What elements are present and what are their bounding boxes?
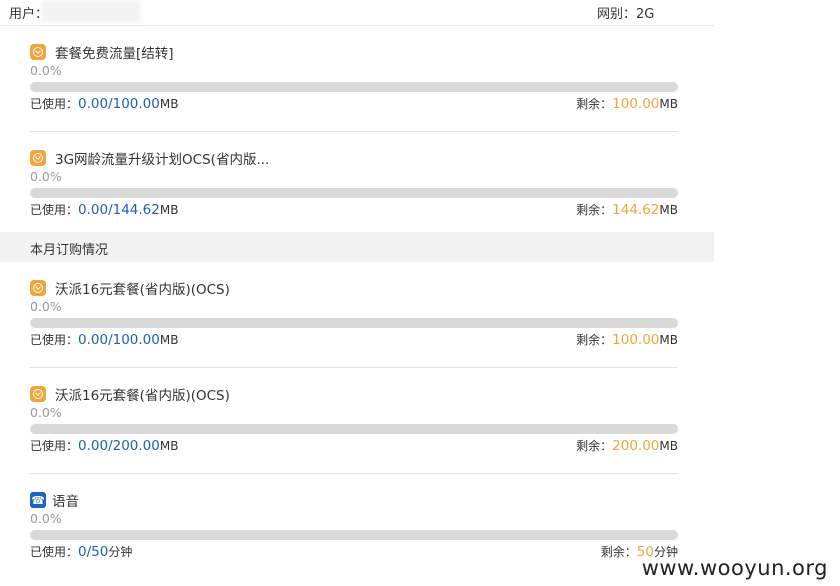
account-header: 用户： 网别：2G xyxy=(0,0,714,26)
redacted-user-number xyxy=(42,0,140,22)
package-title: 沃派16元套餐(省内版)(OCS) xyxy=(55,388,230,404)
divider xyxy=(30,367,678,368)
used-amount: 已使用：0.00/100.00MB xyxy=(30,96,179,112)
divider xyxy=(30,473,678,474)
used-amount: 已使用：0.00/144.62MB xyxy=(30,202,179,218)
phone-icon: ☎ xyxy=(30,492,46,508)
used-amount: 已使用：0.00/100.00MB xyxy=(30,332,179,348)
usage-percent: 0.0% xyxy=(30,405,62,420)
used-amount: 已使用：0/50分钟 xyxy=(30,544,133,560)
data-plan-icon xyxy=(30,280,46,296)
usage-progress-bar xyxy=(30,530,678,540)
used-amount: 已使用：0.00/200.00MB xyxy=(30,438,179,454)
section-title: 本月订购情况 xyxy=(30,243,109,258)
data-plan-icon xyxy=(30,44,46,60)
package-title: 语音 xyxy=(52,494,79,510)
remaining-amount: 剩余：144.62MB xyxy=(576,202,678,218)
remaining-amount: 剩余：100.00MB xyxy=(576,332,678,348)
data-plan-icon xyxy=(30,150,46,166)
usage-percent: 0.0% xyxy=(30,299,62,314)
package-title: 沃派16元套餐(省内版)(OCS) xyxy=(55,282,230,298)
package-title: 套餐免费流量[结转] xyxy=(55,46,174,62)
divider xyxy=(30,131,678,132)
usage-percent: 0.0% xyxy=(30,63,62,78)
usage-percent: 0.0% xyxy=(30,511,62,526)
usage-progress-bar xyxy=(30,424,678,434)
section-header: 本月订购情况 xyxy=(0,232,714,262)
usage-progress-bar xyxy=(30,82,678,92)
usage-percent: 0.0% xyxy=(30,169,62,184)
data-plan-icon xyxy=(30,386,46,402)
remaining-amount: 剩余：100.00MB xyxy=(576,96,678,112)
remaining-amount: 剩余：200.00MB xyxy=(576,438,678,454)
network-type: 网别：2G xyxy=(597,7,655,22)
watermark: www.wooyun.org xyxy=(641,556,828,580)
usage-progress-bar xyxy=(30,188,678,198)
package-title: 3G网龄流量升级计划OCS(省内版... xyxy=(55,152,270,168)
usage-progress-bar xyxy=(30,318,678,328)
